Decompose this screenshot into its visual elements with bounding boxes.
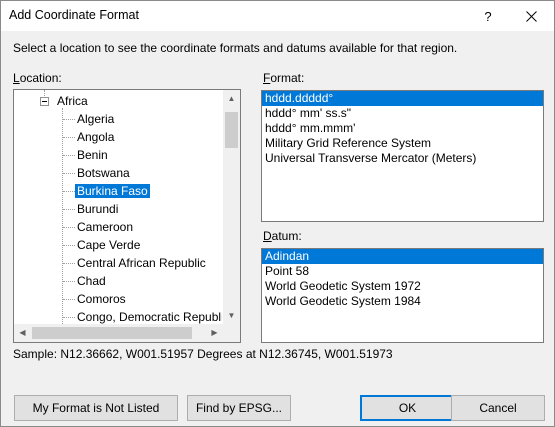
format-list-item[interactable]: hddd.ddddd°	[262, 91, 543, 106]
close-button[interactable]	[508, 1, 554, 31]
format-list-item[interactable]: Military Grid Reference System	[262, 136, 543, 151]
scroll-left-icon[interactable]: ◀	[14, 324, 31, 341]
tree-connector	[63, 299, 75, 300]
tree-node-country[interactable]: Cape Verde	[75, 236, 142, 254]
tree-node-label: Cameroon	[77, 220, 134, 234]
tree-node-label: Burundi	[77, 202, 119, 216]
tree-connector	[63, 137, 75, 138]
collapse-icon[interactable]	[40, 97, 49, 106]
format-label-rest: ormat:	[270, 71, 305, 85]
datum-list-item[interactable]: Adindan	[262, 249, 543, 264]
tree-node-country[interactable]: Cameroon	[75, 218, 135, 236]
tree-node-label: Burkina Faso	[74, 183, 151, 199]
tree-node-country[interactable]: Botswana	[75, 164, 132, 182]
tree-node-label: Comoros	[77, 292, 126, 306]
tree-node-country[interactable]: Chad	[75, 272, 108, 290]
title-bar: Add Coordinate Format ?	[1, 1, 554, 31]
tree-connector	[63, 317, 75, 318]
tree-connector	[63, 245, 75, 246]
datum-list-item[interactable]: World Geodetic System 1984	[262, 294, 543, 309]
tree-node-label: Angola	[77, 130, 115, 144]
location-tree[interactable]: Africa Algeria Angola Benin Botswana Burkina…	[13, 89, 241, 343]
format-list-item[interactable]: hddd° mm.mmm'	[262, 121, 543, 136]
tree-horizontal-scrollbar[interactable]: ◀ ▶	[14, 324, 240, 342]
tree-connector	[63, 227, 75, 228]
datum-label-rest: atum:	[271, 229, 302, 243]
tree-connector	[63, 281, 75, 282]
tree-node-country[interactable]: Comoros	[75, 290, 128, 308]
datum-label-accel: D	[263, 229, 272, 243]
location-label-rest: ocation:	[19, 71, 62, 85]
format-list-item[interactable]: Universal Transverse Mercator (Meters)	[262, 151, 543, 166]
horizontal-scroll-thumb[interactable]	[32, 327, 192, 339]
tree-node-country[interactable]: Burundi	[75, 200, 120, 218]
scroll-down-icon[interactable]: ▼	[223, 307, 240, 324]
datum-label: Datum:	[263, 229, 302, 243]
tree-node-label: Chad	[77, 274, 106, 288]
tree-node-label: Cape Verde	[77, 238, 141, 252]
cancel-button[interactable]: Cancel	[451, 395, 545, 421]
location-label-accel: L	[13, 71, 20, 85]
instructions-text: Select a location to see the coordinate …	[13, 41, 458, 55]
tree-node-africa[interactable]: Africa	[55, 92, 90, 110]
tree-connector	[63, 119, 75, 120]
tree-vertical-scrollbar[interactable]: ▲ ▼	[223, 90, 240, 324]
tree-node-label: Benin	[77, 148, 108, 162]
window-title: Add Coordinate Format	[9, 8, 139, 22]
tree-connector	[63, 155, 75, 156]
scroll-up-icon[interactable]: ▲	[223, 90, 240, 107]
tree-node-country[interactable]: Congo, Democratic Republi	[75, 308, 222, 324]
tree-connector	[63, 263, 75, 264]
tree-node-country[interactable]: Angola	[75, 128, 116, 146]
tree-node-label: Congo, Democratic Republi	[77, 310, 222, 324]
tree-node-label: Central African Republic	[77, 256, 206, 270]
format-list[interactable]: hddd.ddddd° hddd° mm' ss.s" hddd° mm.mmm' M…	[261, 90, 544, 222]
datum-list-item[interactable]: World Geodetic System 1972	[262, 279, 543, 294]
tree-node-label: Algeria	[77, 112, 115, 126]
datum-list-item[interactable]: Point 58	[262, 264, 543, 279]
tree-connector	[63, 173, 75, 174]
tree-node-label: Africa	[57, 94, 88, 108]
location-tree-viewport: Africa Algeria Angola Benin Botswana Burkina…	[14, 90, 222, 324]
tree-node-label: Botswana	[77, 166, 130, 180]
vertical-scroll-thumb[interactable]	[225, 112, 238, 148]
format-label: Format:	[263, 71, 304, 85]
tree-node-country[interactable]: Algeria	[75, 110, 116, 128]
scrollbar-corner	[223, 324, 240, 342]
help-button[interactable]: ?	[473, 1, 503, 31]
close-icon	[525, 10, 537, 22]
ok-button[interactable]: OK	[360, 395, 455, 421]
sample-text: Sample: N12.36662, W001.51957 Degrees at…	[13, 347, 393, 361]
location-label: Location:	[13, 71, 62, 85]
my-format-not-listed-button[interactable]: My Format is Not Listed	[14, 395, 178, 421]
tree-connector	[62, 108, 63, 324]
tree-connector	[63, 209, 75, 210]
tree-node-country[interactable]: Burkina Faso	[74, 182, 151, 200]
find-by-epsg-button[interactable]: Find by EPSG...	[187, 395, 291, 421]
tree-node-country[interactable]: Benin	[75, 146, 110, 164]
tree-connector	[63, 191, 75, 192]
format-list-item[interactable]: hddd° mm' ss.s"	[262, 106, 543, 121]
datum-list[interactable]: Adindan Point 58 World Geodetic System 197…	[261, 248, 544, 343]
add-coordinate-format-dialog: Add Coordinate Format ? Select a locatio…	[0, 0, 555, 427]
scroll-right-icon[interactable]: ▶	[206, 324, 223, 341]
tree-node-country[interactable]: Central African Republic	[75, 254, 208, 272]
